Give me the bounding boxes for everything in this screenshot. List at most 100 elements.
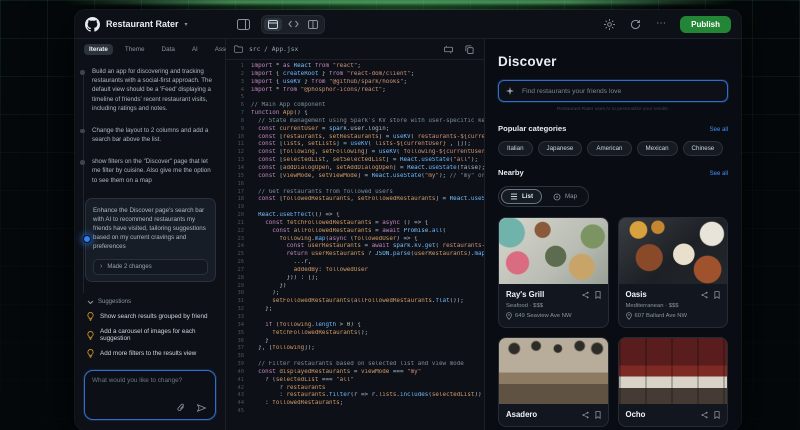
line-number: 1 <box>228 63 251 71</box>
code-line: 17 // Get restaurants from followed user… <box>228 189 484 197</box>
category-pill-mexican[interactable]: Mexican <box>637 141 678 156</box>
nearby-see-all-link[interactable]: See all <box>710 171 728 177</box>
line-number: 3 <box>228 79 251 87</box>
popular-see-all-link[interactable]: See all <box>710 127 728 133</box>
line-content: // Get restaurants from followed users <box>251 189 393 197</box>
more-options-button[interactable]: ⋯ <box>654 17 669 31</box>
project-switcher[interactable]: Restaurant Rater ▾ <box>85 17 226 32</box>
settings-button[interactable] <box>602 17 617 32</box>
line-number: 27 <box>228 267 251 275</box>
category-pill-japanese[interactable]: Japanese <box>538 141 583 156</box>
code-view-button[interactable] <box>284 18 302 31</box>
line-number: 34 <box>228 322 251 330</box>
map-view-button[interactable]: Map <box>544 189 586 204</box>
format-code-button[interactable] <box>442 43 455 56</box>
code-line: 29 }) <box>228 283 484 291</box>
line-number: 12 <box>228 149 251 157</box>
tab-iterate[interactable]: Iterate <box>84 44 113 55</box>
category-pills: Italian Japanese American Mexican Chinese <box>498 141 728 156</box>
share-icon[interactable] <box>701 291 708 299</box>
line-content: const [addDialogOpen, setAddDialogOpen] … <box>251 165 484 173</box>
line-number: 8 <box>228 118 251 126</box>
code-line: 14 const [addDialogOpen, setAddDialogOpe… <box>228 165 484 173</box>
share-icon[interactable] <box>582 291 589 299</box>
restaurant-card[interactable]: Ray's Grill Seafood · $$$ 649 Seaview Av… <box>498 217 609 328</box>
bookmark-icon[interactable] <box>714 291 720 299</box>
line-number: 43 <box>228 392 251 400</box>
chat-message-text: Change the layout to 2 columns and add a… <box>92 126 217 144</box>
chevron-right-icon: › <box>100 264 102 270</box>
active-timeline-dot <box>83 235 92 244</box>
suggestion-item[interactable]: Add more filters to the results view <box>87 349 215 358</box>
list-view-button[interactable]: List <box>501 189 542 204</box>
restaurant-search-input[interactable] <box>520 87 720 96</box>
preview-view-button[interactable] <box>264 18 282 31</box>
line-content <box>251 314 255 322</box>
line-content: const [followedRestaurants, setFollowedR… <box>251 196 484 204</box>
suggestion-text: Show search results grouped by friend <box>100 313 207 320</box>
publish-button[interactable]: Publish <box>680 16 731 33</box>
split-view-button[interactable] <box>304 18 322 31</box>
suggestion-item[interactable]: Add a carousel of images for each sugges… <box>87 328 215 342</box>
code-line: 43 : restaurants.filter(r => r.lists.inc… <box>228 392 484 400</box>
chat-message[interactable]: Change the layout to 2 columns and add a… <box>92 126 217 144</box>
restaurant-card[interactable]: Ocho <box>618 337 729 427</box>
bookmark-icon[interactable] <box>595 411 601 419</box>
toggle-sidebar-button[interactable] <box>235 17 252 32</box>
tab-ai[interactable]: AI <box>187 44 203 55</box>
bookmark-icon[interactable] <box>714 411 720 419</box>
line-content: : followedRestaurants; <box>251 400 343 408</box>
copy-code-button[interactable] <box>463 43 476 56</box>
suggestion-item[interactable]: Show search results grouped by friend <box>87 312 215 321</box>
made-changes-expander[interactable]: › Made 2 changes <box>93 259 208 275</box>
line-content: // Main App component <box>251 102 325 110</box>
send-message-button[interactable] <box>195 401 208 414</box>
bookmark-icon[interactable] <box>595 291 601 299</box>
share-icon[interactable] <box>582 411 589 419</box>
suggestions-header[interactable]: Suggestions <box>87 299 215 305</box>
tab-theme[interactable]: Theme <box>120 44 150 55</box>
line-number: 29 <box>228 283 251 291</box>
restaurant-card[interactable]: Asadero <box>498 337 609 427</box>
chat-message-text: Enhance the Discover page's search bar w… <box>93 206 208 252</box>
chat-message-text: Build an app for discovering and trackin… <box>92 67 217 113</box>
line-number: 26 <box>228 259 251 267</box>
restaurant-card-body: Oasis Mediterranean · $$$ 607 Ballard Av… <box>619 284 728 327</box>
restaurant-card[interactable]: Oasis Mediterranean · $$$ 607 Ballard Av… <box>618 217 729 328</box>
restaurant-meta: Mediterranean · $$$ <box>626 303 721 309</box>
chat-message[interactable]: Build an app for discovering and trackin… <box>92 67 217 113</box>
line-number: 33 <box>228 314 251 322</box>
line-content: addedBy: followedUser <box>251 267 368 275</box>
active-chat-message-card[interactable]: Enhance the Discover page's search bar w… <box>85 198 216 282</box>
ai-search-bar <box>498 80 728 102</box>
line-content: }, [following]); <box>251 345 315 353</box>
code-line: 45 <box>228 408 484 416</box>
code-line: 39 // Filter restaurants based on select… <box>228 361 484 369</box>
category-pill-chinese[interactable]: Chinese <box>683 141 724 156</box>
line-content: const [following, setFollowing] = useKV(… <box>251 149 484 157</box>
tab-data[interactable]: Data <box>157 44 180 55</box>
caret-down-icon: ▾ <box>185 21 188 28</box>
iterate-panel: IterateThemeDataAIAssets Build an app fo… <box>75 39 226 430</box>
code-editor-body[interactable]: 1 import * as React from "react"; 2 impo… <box>226 60 484 430</box>
code-editor-panel: src / App.jsx 1 import * as React from "… <box>226 39 485 430</box>
category-pill-italian[interactable]: Italian <box>498 141 533 156</box>
restaurant-meta: Seafood · $$$ <box>506 303 601 309</box>
code-line: 1 import * as React from "react"; <box>228 63 484 71</box>
ai-search-hint: Restaurant Rater uses AI to personalize … <box>498 107 728 112</box>
line-number: 18 <box>228 196 251 204</box>
category-pill-american[interactable]: American <box>587 141 631 156</box>
share-icon[interactable] <box>701 411 708 419</box>
split-panes-icon <box>308 20 318 29</box>
refresh-button[interactable] <box>628 17 643 32</box>
line-content <box>251 181 255 189</box>
chat-message[interactable]: show filters on the "Discover" page that… <box>92 157 217 185</box>
attach-file-button[interactable] <box>175 401 187 414</box>
chat-input[interactable] <box>85 371 215 401</box>
editor-header-actions <box>442 43 476 56</box>
panel-tabs: IterateThemeDataAIAssets <box>75 39 225 58</box>
paperclip-icon <box>177 403 185 412</box>
line-number: 35 <box>228 330 251 338</box>
code-line: 16 <box>228 181 484 189</box>
line-number: 22 <box>228 228 251 236</box>
